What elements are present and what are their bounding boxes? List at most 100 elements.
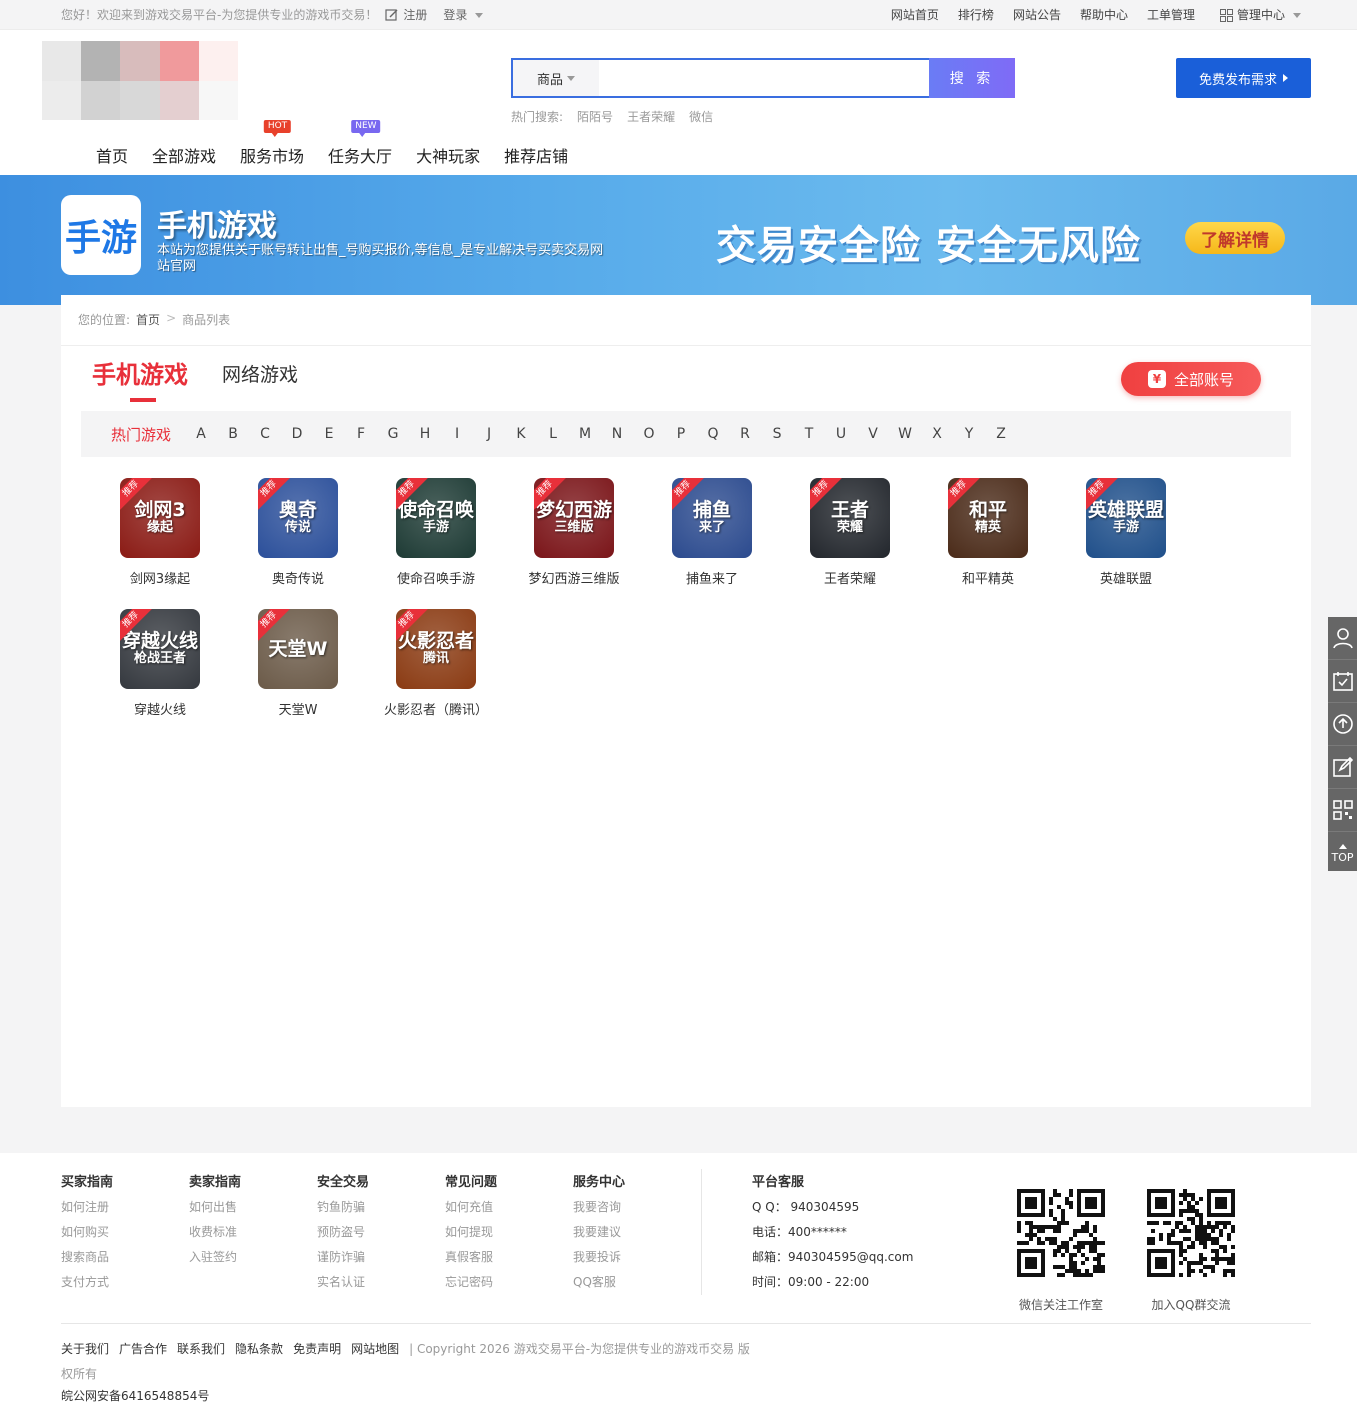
game-item[interactable]: 推荐 英雄联盟 手游英雄联盟 bbox=[1057, 478, 1195, 587]
footer-link[interactable]: 搜索商品 bbox=[61, 1249, 189, 1274]
hot-search-term[interactable]: 微信 bbox=[689, 108, 713, 125]
letter-filter-g[interactable]: G bbox=[377, 426, 409, 442]
game-name[interactable]: 和平精英 bbox=[962, 568, 1014, 587]
login-dropdown[interactable]: 登录 bbox=[443, 0, 484, 30]
nav-item-home[interactable]: 首页 bbox=[84, 144, 140, 170]
nav-item-top-players[interactable]: 大神玩家 bbox=[404, 144, 492, 170]
qr-code-icon[interactable] bbox=[1328, 789, 1357, 832]
footer-link[interactable]: 钓鱼防骗 bbox=[317, 1199, 445, 1224]
game-item[interactable]: 推荐 捕鱼 来了捕鱼来了 bbox=[643, 478, 781, 587]
letter-filter-x[interactable]: X bbox=[921, 426, 953, 442]
admin-center-dropdown[interactable]: 管理中心 bbox=[1219, 0, 1301, 30]
letter-filter-s[interactable]: S bbox=[761, 426, 793, 442]
game-item[interactable]: 推荐 奥奇 传说奥奇传说 bbox=[229, 478, 367, 587]
calendar-check-icon[interactable] bbox=[1328, 660, 1357, 703]
footer-link[interactable]: 真假客服 bbox=[445, 1249, 573, 1274]
letter-filter-t[interactable]: T bbox=[793, 426, 825, 442]
search-button[interactable]: 搜 索 bbox=[929, 58, 1015, 98]
game-cover[interactable]: 推荐 奥奇 传说 bbox=[258, 478, 338, 558]
footer-link[interactable]: 收费标准 bbox=[189, 1224, 317, 1249]
letter-filter-p[interactable]: P bbox=[665, 426, 697, 442]
footer-link[interactable]: 忘记密码 bbox=[445, 1274, 573, 1299]
search-category-select[interactable]: 商品 bbox=[513, 60, 599, 96]
game-cover[interactable]: 推荐 剑网3 缘起 bbox=[120, 478, 200, 558]
letter-filter-y[interactable]: Y bbox=[953, 426, 985, 442]
game-name[interactable]: 英雄联盟 bbox=[1100, 568, 1152, 587]
game-name[interactable]: 捕鱼来了 bbox=[686, 568, 738, 587]
all-accounts-button[interactable]: ¥ 全部账号 bbox=[1121, 362, 1261, 396]
learn-more-button[interactable]: 了解详情 bbox=[1185, 222, 1285, 254]
letter-filter-q[interactable]: Q bbox=[697, 426, 729, 442]
footer-bottom-link[interactable]: 关于我们 bbox=[61, 1342, 109, 1356]
game-name[interactable]: 天堂W bbox=[279, 699, 318, 718]
game-item[interactable]: 推荐 使命召唤 手游使命召唤手游 bbox=[367, 478, 505, 587]
game-name[interactable]: 剑网3缘起 bbox=[130, 568, 190, 587]
game-item[interactable]: 推荐 火影忍者 腾讯火影忍者（腾讯） bbox=[367, 609, 505, 718]
nav-item-recommended-shops[interactable]: 推荐店铺 bbox=[492, 144, 580, 170]
letter-filter-b[interactable]: B bbox=[217, 426, 249, 442]
tab-mobile-games[interactable]: 手机游戏 bbox=[92, 355, 188, 402]
footer-link[interactable]: 我要建议 bbox=[573, 1224, 701, 1249]
footer-link[interactable]: 支付方式 bbox=[61, 1274, 189, 1299]
game-cover[interactable]: 推荐 天堂W bbox=[258, 609, 338, 689]
footer-bottom-link[interactable]: 广告合作 bbox=[119, 1342, 167, 1356]
game-cover[interactable]: 推荐 使命召唤 手游 bbox=[396, 478, 476, 558]
letter-filter-o[interactable]: O bbox=[633, 426, 665, 442]
game-item[interactable]: 推荐 和平 精英和平精英 bbox=[919, 478, 1057, 587]
game-cover[interactable]: 推荐 火影忍者 腾讯 bbox=[396, 609, 476, 689]
game-item[interactable]: 推荐 剑网3 缘起剑网3缘起 bbox=[91, 478, 229, 587]
letter-filter-k[interactable]: K bbox=[505, 426, 537, 442]
hot-search-term[interactable]: 王者荣耀 bbox=[627, 108, 675, 125]
letter-filter-c[interactable]: C bbox=[249, 426, 281, 442]
game-cover[interactable]: 推荐 捕鱼 来了 bbox=[672, 478, 752, 558]
footer-link[interactable]: 如何出售 bbox=[189, 1199, 317, 1224]
game-name[interactable]: 奥奇传说 bbox=[272, 568, 324, 587]
letter-filter-j[interactable]: J bbox=[473, 426, 505, 442]
tab-online-games[interactable]: 网络游戏 bbox=[222, 360, 298, 390]
game-cover[interactable]: 推荐 梦幻西游 三维版 bbox=[534, 478, 614, 558]
game-cover[interactable]: 推荐 和平 精英 bbox=[948, 478, 1028, 558]
letter-filter-u[interactable]: U bbox=[825, 426, 857, 442]
game-name[interactable]: 梦幻西游三维版 bbox=[528, 568, 619, 587]
game-cover[interactable]: 推荐 穿越火线 枪战王者 bbox=[120, 609, 200, 689]
game-name[interactable]: 火影忍者（腾讯） bbox=[384, 699, 488, 718]
edit-icon[interactable] bbox=[1328, 746, 1357, 789]
letter-filter-h[interactable]: H bbox=[409, 426, 441, 442]
footer-bottom-link[interactable]: 联系我们 bbox=[177, 1342, 225, 1356]
back-to-top-button[interactable]: TOP bbox=[1328, 836, 1357, 871]
site-logo[interactable] bbox=[42, 41, 238, 120]
game-item[interactable]: 推荐 梦幻西游 三维版梦幻西游三维版 bbox=[505, 478, 643, 587]
footer-link[interactable]: 如何购买 bbox=[61, 1224, 189, 1249]
letter-filter-z[interactable]: Z bbox=[985, 426, 1017, 442]
footer-bottom-link[interactable]: 网站地图 bbox=[351, 1342, 399, 1356]
upload-icon[interactable] bbox=[1328, 703, 1357, 746]
nav-item-all-games[interactable]: 全部游戏 bbox=[140, 144, 228, 170]
footer-bottom-link[interactable]: 隐私条款 bbox=[235, 1342, 283, 1356]
publish-request-button[interactable]: 免费发布需求 bbox=[1176, 58, 1311, 98]
footer-link[interactable]: 如何注册 bbox=[61, 1199, 189, 1224]
game-item[interactable]: 推荐 王者 荣耀 王者荣耀 bbox=[781, 478, 919, 587]
letter-filter-n[interactable]: N bbox=[601, 426, 633, 442]
breadcrumb-home[interactable]: 首页 bbox=[136, 311, 160, 328]
letter-filter-i[interactable]: I bbox=[441, 426, 473, 442]
top-link[interactable]: 排行榜 bbox=[958, 0, 994, 30]
footer-link[interactable]: 预防盗号 bbox=[317, 1224, 445, 1249]
nav-item-service-market[interactable]: HOT 服务市场 bbox=[228, 120, 316, 170]
game-cover[interactable]: 推荐 英雄联盟 手游 bbox=[1086, 478, 1166, 558]
letter-filter-d[interactable]: D bbox=[281, 426, 313, 442]
letter-filter-e[interactable]: E bbox=[313, 426, 345, 442]
letter-filter-f[interactable]: F bbox=[345, 426, 377, 442]
top-link[interactable]: 网站首页 bbox=[891, 0, 939, 30]
footer-link[interactable]: 我要咨询 bbox=[573, 1199, 701, 1224]
nav-item-task-hall[interactable]: NEW 任务大厅 bbox=[316, 120, 404, 170]
game-item[interactable]: 推荐 穿越火线 枪战王者穿越火线 bbox=[91, 609, 229, 718]
game-name[interactable]: 王者荣耀 bbox=[824, 568, 876, 587]
filter-hot-games[interactable]: 热门游戏 bbox=[111, 424, 171, 445]
footer-link[interactable]: 我要投诉 bbox=[573, 1249, 701, 1274]
letter-filter-r[interactable]: R bbox=[729, 426, 761, 442]
game-name[interactable]: 使命召唤手游 bbox=[397, 568, 475, 587]
footer-link[interactable]: 实名认证 bbox=[317, 1274, 445, 1299]
footer-bottom-link[interactable]: 免责声明 bbox=[293, 1342, 341, 1356]
game-name[interactable]: 穿越火线 bbox=[134, 699, 186, 718]
footer-link[interactable]: 入驻签约 bbox=[189, 1249, 317, 1274]
